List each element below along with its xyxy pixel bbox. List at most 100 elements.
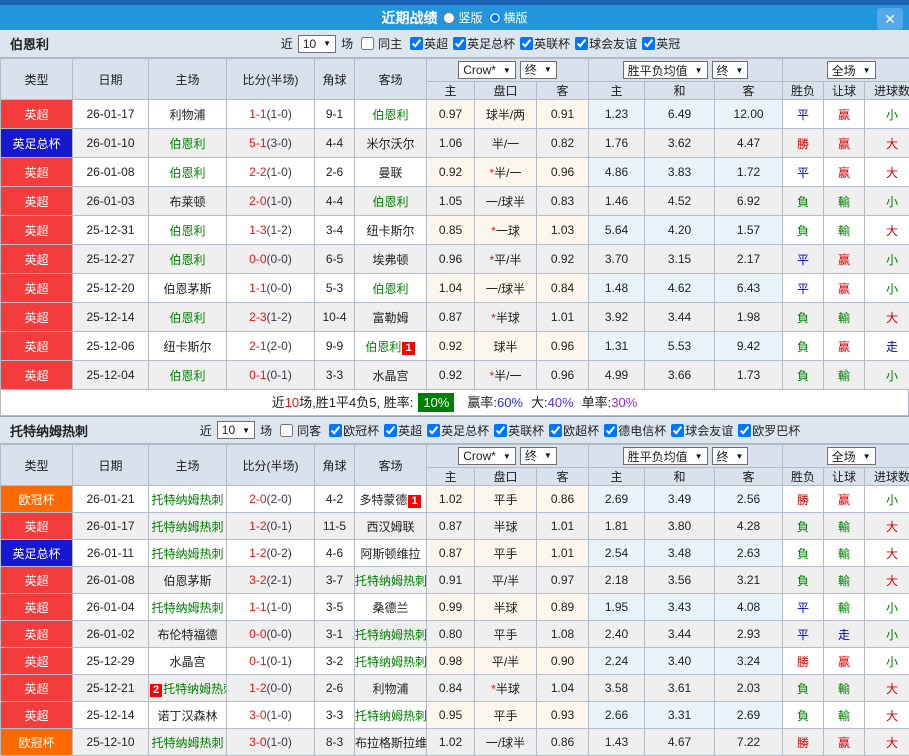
fulltime-score: 3-0 (249, 708, 266, 722)
games-count-select[interactable]: 10▼ (217, 421, 255, 439)
fullmatch-select[interactable]: 全场▼ (827, 61, 876, 79)
view-option-horizontal[interactable]: 横版 (489, 9, 528, 26)
halftime-score: (0-0) (267, 252, 292, 266)
team-name-text: 曼联 (378, 166, 402, 180)
league-checkbox-0[interactable] (410, 37, 423, 50)
score-cell: 2-1(2-0) (227, 332, 315, 361)
avg-final-select[interactable]: 终▼ (712, 61, 749, 79)
match-date: 26-01-03 (73, 187, 149, 216)
league-checkbox-1[interactable] (453, 37, 466, 50)
match-row: 英超26-01-08伯恩茅斯3-2(2-1)3-7托特纳姆热刺0.91平/半0.… (1, 567, 909, 594)
crow-select[interactable]: Crow*▼ (458, 61, 516, 79)
league-checkbox-3[interactable] (494, 424, 507, 437)
win-rate-badge: 10% (418, 393, 454, 412)
team-name-text: 托特纳姆热刺 (355, 574, 427, 588)
crow-final-select[interactable]: 终▼ (520, 447, 557, 465)
handicap: 一/球半 (475, 274, 537, 303)
score-cell: 2-0(1-0) (227, 187, 315, 216)
matches-table-0: 类型日期主场比分(半场)角球客场Crow*▼终▼胜平负均值▼终▼全场▼主盘口客主… (0, 58, 909, 390)
score-cell: 1-3(1-2) (227, 216, 315, 245)
avg-select[interactable]: 胜平负均值▼ (623, 447, 708, 465)
col-header: 客场 (355, 59, 427, 100)
summary-stat-label: 单率: (582, 395, 612, 410)
league-badge: 英超 (1, 702, 73, 729)
avg-away: 9.42 (715, 332, 783, 361)
corners: 5-3 (315, 274, 355, 303)
dropdown-arrow-icon: ▼ (544, 65, 552, 74)
crow-final-select[interactable]: 终▼ (520, 61, 557, 79)
match-date: 25-12-04 (73, 361, 149, 390)
title-group: 近期战绩 竖版 横版 (381, 8, 527, 28)
avg-home: 2.69 (589, 486, 645, 513)
crow-away-odds: 0.96 (537, 361, 589, 390)
sub-col-header: 和 (645, 82, 715, 100)
avg-away: 2.56 (715, 486, 783, 513)
match-row: 欧冠杯26-01-21托特纳姆热刺2-0(2-0)4-2多特蒙德11.02平手0… (1, 486, 909, 513)
team-name-text: 利物浦 (372, 682, 408, 696)
section-team-name: 托特纳姆热刺 (0, 421, 88, 440)
avg-away: 2.17 (715, 245, 783, 274)
handicap-text: 半/一 (494, 369, 521, 383)
dropdown-arrow-icon: ▼ (242, 426, 250, 435)
fulltime-score: 1-1 (249, 600, 266, 614)
league-badge: 英超 (1, 621, 73, 648)
match-row: 英超25-12-04伯恩利0-1(0-1)3-3水晶宫0.92*半/一0.964… (1, 361, 909, 390)
result-goals: 大 (865, 675, 909, 702)
horizontal-radio-icon[interactable] (489, 12, 501, 24)
league-checkbox-7[interactable] (738, 424, 751, 437)
section-summary: 近10场,胜1平4负5, 胜率:10%赢率:60%大:40%单率:30% (0, 390, 909, 416)
fullmatch-select[interactable]: 全场▼ (827, 447, 876, 465)
view-option-vertical[interactable]: 竖版 (443, 9, 482, 26)
avg-final-select[interactable]: 终▼ (712, 447, 749, 465)
sub-col-header: 客 (537, 468, 589, 486)
avg-draw: 3.40 (645, 648, 715, 675)
same-venue-checkbox[interactable] (280, 424, 293, 437)
match-row: 英超25-12-31伯恩利1-3(1-2)3-4纽卡斯尔0.85*一球1.035… (1, 216, 909, 245)
away-team: 伯恩利 (355, 100, 427, 129)
league-checkbox-2[interactable] (427, 424, 440, 437)
handicap: 平/半 (475, 567, 537, 594)
fulltime-score: 1-1 (249, 107, 266, 121)
avg-draw: 6.49 (645, 100, 715, 129)
close-icon[interactable]: ✕ (877, 8, 903, 30)
crow-away-odds: 0.91 (537, 100, 589, 129)
crow-away-odds: 1.03 (537, 216, 589, 245)
table-head: 类型日期主场比分(半场)角球客场Crow*▼终▼胜平负均值▼终▼全场▼主盘口客主… (1, 59, 909, 100)
crow-away-odds: 0.83 (537, 187, 589, 216)
avg-draw: 4.52 (645, 187, 715, 216)
avg-draw: 3.31 (645, 702, 715, 729)
league-checkbox-4[interactable] (549, 424, 562, 437)
avg-draw: 3.44 (645, 303, 715, 332)
league-checkbox-3[interactable] (575, 37, 588, 50)
avg-home: 2.24 (589, 648, 645, 675)
fulltime-score: 0-0 (249, 252, 266, 266)
crow-away-odds: 1.04 (537, 675, 589, 702)
crow-select[interactable]: Crow*▼ (458, 447, 516, 465)
match-date: 26-01-11 (73, 540, 149, 567)
handicap-text: 半球 (496, 682, 520, 696)
match-date: 25-12-10 (73, 729, 149, 756)
avg-away: 6.92 (715, 187, 783, 216)
avg-draw: 3.49 (645, 486, 715, 513)
dropdown-arrow-icon: ▼ (736, 66, 744, 75)
same-venue-checkbox[interactable] (361, 37, 374, 50)
games-count-select[interactable]: 10▼ (298, 35, 336, 53)
halftime-score: (0-1) (267, 519, 292, 533)
league-checkbox-4[interactable] (642, 37, 655, 50)
result-goals: 小 (865, 100, 909, 129)
vertical-radio-icon[interactable] (443, 12, 455, 24)
home-team: 托特纳姆热刺 (149, 486, 227, 513)
away-team: 托特纳姆热刺 (355, 648, 427, 675)
result-handicap: 走 (824, 621, 865, 648)
corners: 9-1 (315, 100, 355, 129)
league-checkbox-5[interactable] (604, 424, 617, 437)
league-checkbox-0[interactable] (329, 424, 342, 437)
league-checkbox-6[interactable] (671, 424, 684, 437)
sub-col-header: 让球 (824, 468, 865, 486)
halftime-score: (3-0) (267, 136, 292, 150)
crow-home-odds: 1.02 (427, 729, 475, 756)
avg-select[interactable]: 胜平负均值▼ (623, 61, 708, 79)
corners: 9-9 (315, 332, 355, 361)
league-checkbox-2[interactable] (520, 37, 533, 50)
league-checkbox-1[interactable] (384, 424, 397, 437)
